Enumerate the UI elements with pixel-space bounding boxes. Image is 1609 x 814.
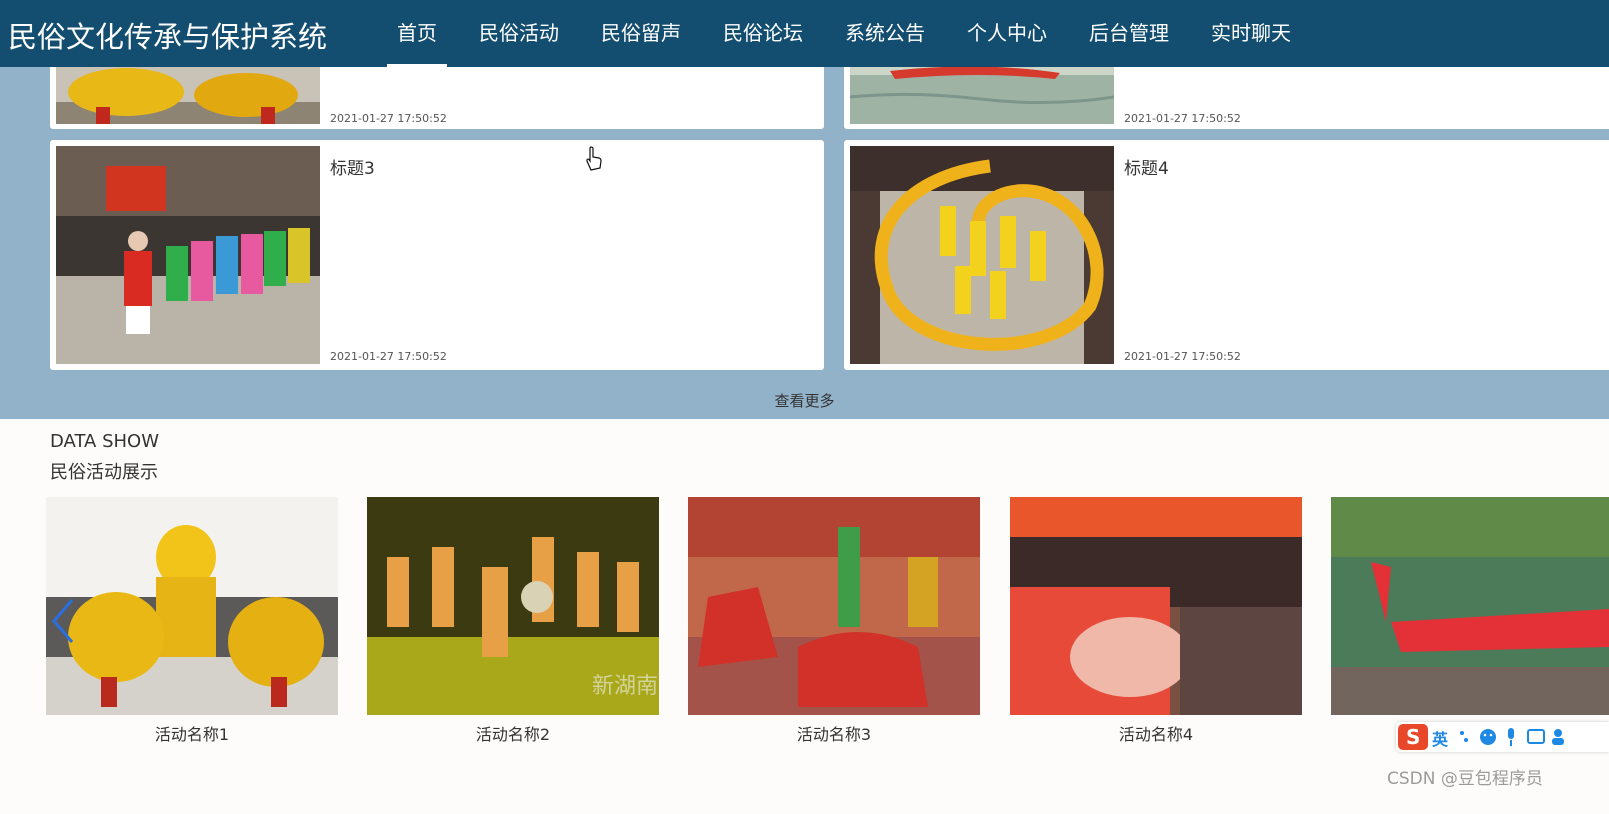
news-image-dragon-dance[interactable] bbox=[850, 146, 1114, 364]
activity-image[interactable] bbox=[688, 497, 980, 715]
news-title[interactable]: 标题4 bbox=[1124, 154, 1169, 179]
emoji-icon bbox=[1480, 729, 1496, 745]
news-image-dragon-boat[interactable] bbox=[850, 67, 1114, 124]
main-menu: 首页 民俗活动 民俗留声 民俗论坛 系统公告 个人中心 后台管理 实时聊天 bbox=[376, 0, 1312, 67]
activity-name[interactable]: 活动名称2 bbox=[367, 721, 659, 745]
section-subtitle: 民俗活动展示 bbox=[50, 462, 158, 483]
activity-image[interactable] bbox=[1331, 497, 1609, 715]
nav-folk-activities[interactable]: 民俗活动 bbox=[458, 0, 580, 67]
nav-live-chat[interactable]: 实时聊天 bbox=[1190, 0, 1312, 67]
nav-folk-forum[interactable]: 民俗论坛 bbox=[702, 0, 824, 67]
user-icon bbox=[1552, 729, 1564, 745]
keyboard-icon bbox=[1527, 729, 1545, 744]
activity-name[interactable]: 活动名称4 bbox=[1010, 721, 1302, 745]
news-time: 2021-01-27 17:50:52 bbox=[1124, 112, 1241, 125]
top-nav: 民俗文化传承与保护系统 首页 民俗活动 民俗留声 民俗论坛 系统公告 个人中心 … bbox=[0, 0, 1609, 67]
ime-toolbar[interactable]: S 英 bbox=[1396, 722, 1609, 752]
news-card[interactable]: 2021-01-27 17:50:52 bbox=[844, 67, 1609, 129]
nav-folk-voices[interactable]: 民俗留声 bbox=[580, 0, 702, 67]
news-section: 2021-01-27 17:50:52 2021-01-27 17:50:52 bbox=[0, 67, 1609, 419]
activity-name[interactable]: 活动名称1 bbox=[46, 721, 338, 745]
watermark: CSDN @豆包程序员 bbox=[1387, 769, 1543, 789]
news-image-parade[interactable] bbox=[56, 146, 320, 364]
punctuation-icon bbox=[1460, 731, 1468, 742]
hand-cursor-icon bbox=[586, 146, 602, 176]
sogou-logo-icon: S bbox=[1398, 724, 1428, 750]
activity-name[interactable]: 活动名称3 bbox=[688, 721, 980, 745]
app-title: 民俗文化传承与保护系统 bbox=[8, 20, 328, 54]
news-card[interactable]: 标题3 2021-01-27 17:50:52 bbox=[50, 140, 824, 370]
nav-announcements[interactable]: 系统公告 bbox=[824, 0, 946, 67]
news-title[interactable]: 标题3 bbox=[330, 154, 375, 179]
section-title: DATA SHOW bbox=[50, 431, 160, 452]
activity-image[interactable] bbox=[1010, 497, 1302, 715]
news-card[interactable]: 2021-01-27 17:50:52 bbox=[50, 67, 824, 129]
chevron-left-icon bbox=[52, 599, 74, 643]
svg-text:新湖南: 新湖南 bbox=[592, 674, 658, 699]
activity-image[interactable] bbox=[46, 497, 338, 715]
activity-image[interactable]: 新湖南 bbox=[367, 497, 659, 715]
view-more-link[interactable]: 查看更多 bbox=[0, 390, 1609, 411]
nav-personal-center[interactable]: 个人中心 bbox=[946, 0, 1068, 67]
carousel-prev-button[interactable] bbox=[48, 596, 78, 646]
microphone-icon bbox=[1508, 728, 1514, 746]
news-card[interactable]: 标题4 2021-01-27 17:50:52 bbox=[844, 140, 1609, 370]
ime-language-label[interactable]: 英 bbox=[1432, 726, 1448, 750]
news-image-lion-dance[interactable] bbox=[56, 67, 320, 124]
nav-home[interactable]: 首页 bbox=[376, 0, 458, 67]
svg-text:S: S bbox=[1406, 725, 1420, 749]
nav-admin[interactable]: 后台管理 bbox=[1068, 0, 1190, 67]
news-time: 2021-01-27 17:50:52 bbox=[330, 112, 447, 125]
news-time: 2021-01-27 17:50:52 bbox=[1124, 350, 1241, 363]
news-time: 2021-01-27 17:50:52 bbox=[330, 350, 447, 363]
